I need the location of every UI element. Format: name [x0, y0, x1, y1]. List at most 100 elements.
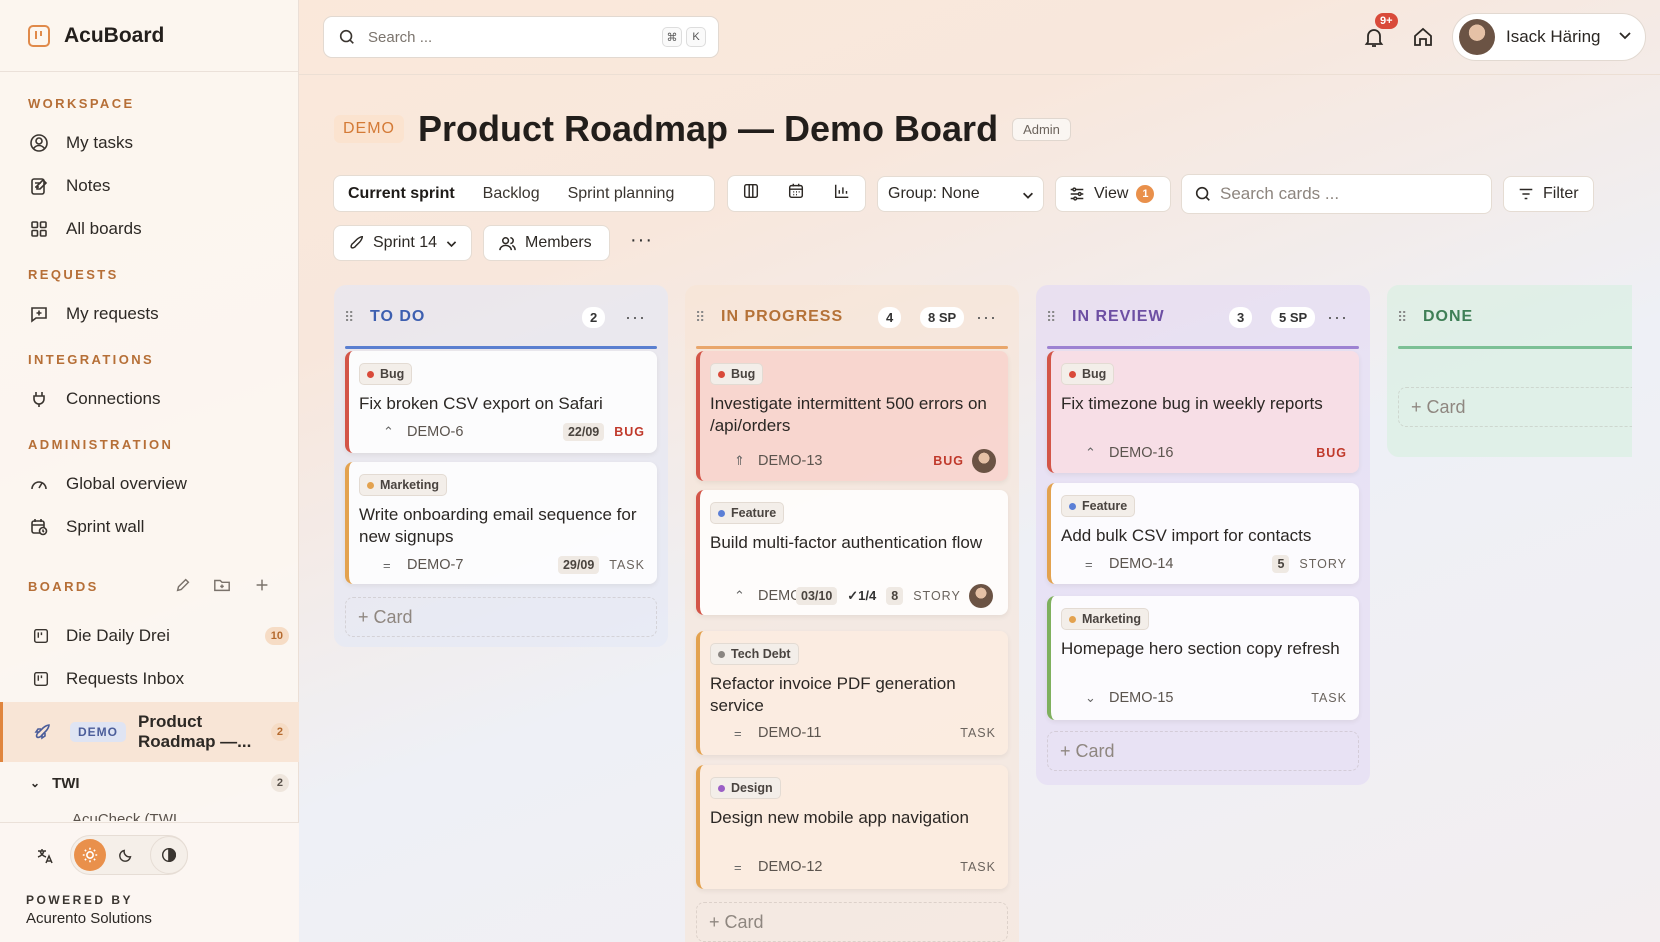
card-demo-13[interactable]: Bug Investigate intermittent 500 errors … [696, 351, 1008, 481]
card-meta: = DEMO-12 TASK [734, 859, 996, 875]
card-demo-14[interactable]: Feature Add bulk CSV import for contacts… [1047, 483, 1359, 584]
card-demo-6[interactable]: Bug Fix broken CSV export on Safari ⌃ DE… [345, 351, 657, 453]
add-card-button[interactable]: + Card [1398, 387, 1632, 427]
board-group-twi[interactable]: ⌄ TWI 2 [0, 772, 299, 794]
nav-global-overview[interactable]: Global overview [28, 473, 187, 495]
card-title: Build multi-factor authentication flow [710, 533, 983, 552]
card-demo-16[interactable]: Bug Fix timezone bug in weekly reports ⌃… [1047, 351, 1359, 473]
due-date: 03/10 [796, 587, 838, 605]
column-title: IN REVIEW [1072, 308, 1165, 325]
card-demo-1[interactable]: Feature Build multi-factor authenticatio… [696, 490, 1008, 615]
board-count: 2 [270, 723, 289, 741]
nav-my-tasks[interactable]: My tasks [28, 132, 133, 154]
search-cards-input[interactable]: Search cards ... [1181, 174, 1492, 214]
global-search[interactable]: Search ... ⌘ K [323, 16, 719, 58]
avatar [1459, 19, 1495, 55]
drag-handle-icon[interactable]: ⠿ [1397, 309, 1411, 326]
drag-handle-icon[interactable]: ⠿ [1046, 309, 1060, 326]
contrast-icon[interactable] [150, 836, 188, 874]
edit-boards-icon[interactable] [174, 576, 192, 599]
column-title: IN PROGRESS [721, 308, 844, 325]
card-title: Fix timezone bug in weekly reports [1061, 394, 1323, 413]
section-boards: BOARDS [28, 579, 99, 594]
brand[interactable]: AcuBoard [0, 0, 298, 72]
board-die-daily-drei[interactable]: Die Daily Drei 10 [0, 622, 299, 650]
tab-current-sprint[interactable]: Current sprint [334, 185, 469, 203]
gauge-icon [28, 473, 50, 495]
column-header: ⠿ TO DO 2 ··· [344, 285, 658, 349]
tab-sprint-planning[interactable]: Sprint planning [554, 185, 689, 203]
board-demo-tag: DEMO [70, 722, 126, 742]
moon-icon[interactable] [110, 839, 142, 871]
members-button[interactable]: Members [483, 225, 610, 261]
nav-my-requests[interactable]: My requests [28, 303, 159, 325]
notification-badge: 9+ [1375, 13, 1398, 29]
card-id: DEMO-15 [1109, 690, 1174, 706]
chevron-down-icon: ⌄ [30, 776, 41, 790]
add-card-button[interactable]: + Card [345, 597, 657, 637]
more-options-icon[interactable]: ··· [630, 229, 653, 252]
card-demo-7[interactable]: Marketing Write onboarding email sequenc… [345, 462, 657, 584]
board-acucheck-twi[interactable]: AcuCheck (TWI... [72, 810, 272, 821]
add-board-icon[interactable] [253, 576, 271, 599]
column-count: 3 [1229, 306, 1253, 328]
card-demo-11[interactable]: Tech Debt Refactor invoice PDF generatio… [696, 631, 1008, 755]
board-icon [32, 670, 50, 688]
calendar-clock-icon [28, 516, 50, 538]
board-title-row: DEMO Product Roadmap — Demo Board Admin [334, 108, 1071, 150]
card-demo-15[interactable]: Marketing Homepage hero section copy ref… [1047, 596, 1359, 720]
sun-icon[interactable] [74, 839, 106, 871]
chart-view-icon[interactable] [833, 182, 851, 205]
group-count: 2 [270, 774, 289, 792]
priority-high-icon: ⌃ [734, 588, 745, 603]
card-label: Marketing [359, 474, 448, 496]
board-product-roadmap-active[interactable]: DEMO Product Roadmap —... 2 [0, 702, 299, 762]
column-in-progress: ⠿ IN PROGRESS 4 8 SP ··· Bug Investigate… [685, 285, 1019, 942]
home-icon[interactable] [1411, 25, 1435, 54]
chevron-down-icon [445, 237, 458, 250]
new-folder-icon[interactable] [213, 576, 231, 599]
nav-notes[interactable]: Notes [28, 175, 110, 197]
column-more-icon[interactable]: ··· [625, 307, 646, 328]
top-bar: Search ... ⌘ K 9+ Isack Häring [299, 0, 1660, 75]
card-meta: = DEMO-14 5 STORY [1085, 555, 1347, 573]
column-more-icon[interactable]: ··· [976, 307, 997, 328]
nav-all-boards[interactable]: All boards [28, 218, 142, 240]
filter-button[interactable]: Filter [1503, 176, 1594, 212]
bell-icon[interactable] [1362, 25, 1386, 54]
user-menu[interactable]: Isack Häring [1452, 13, 1646, 61]
search-icon [338, 28, 356, 46]
column-more-icon[interactable]: ··· [1327, 307, 1348, 328]
users-icon [498, 234, 517, 253]
search-placeholder: Search ... [368, 28, 433, 46]
view-button[interactable]: View 1 [1055, 176, 1171, 212]
drag-handle-icon[interactable]: ⠿ [695, 309, 709, 326]
drag-handle-icon[interactable]: ⠿ [344, 309, 358, 326]
kbd-cmd: ⌘ [662, 27, 682, 47]
column-accent [1398, 346, 1632, 349]
board-requests-inbox[interactable]: Requests Inbox [0, 665, 299, 693]
card-type: TASK [960, 726, 996, 740]
search-icon [1194, 185, 1212, 203]
card-label: Bug [359, 363, 413, 385]
tab-backlog[interactable]: Backlog [469, 185, 554, 203]
story-points: 5 SP [1271, 306, 1316, 328]
calendar-view-icon[interactable] [787, 182, 805, 205]
sprint-select[interactable]: Sprint 14 [333, 225, 472, 261]
columns-view-icon[interactable] [742, 182, 760, 205]
section-requests: REQUESTS [28, 267, 119, 282]
card-title: Refactor invoice PDF generation service [710, 674, 956, 715]
card-title: Write onboarding email sequence for new … [359, 505, 637, 546]
view-count-badge: 1 [1136, 185, 1155, 203]
nav-sprint-wall[interactable]: Sprint wall [28, 516, 144, 538]
plug-icon [28, 388, 50, 410]
group-select[interactable]: Group: None [877, 176, 1044, 212]
add-card-button[interactable]: + Card [1047, 731, 1359, 771]
card-demo-12[interactable]: Design Design new mobile app navigation … [696, 765, 1008, 889]
add-card-button[interactable]: + Card [696, 902, 1008, 942]
section-administration: ADMINISTRATION [28, 437, 174, 452]
card-id: DEMO-16 [1109, 445, 1174, 461]
language-icon[interactable] [30, 841, 60, 871]
nav-connections[interactable]: Connections [28, 388, 161, 410]
card-meta: ⇑ DEMO-13 BUG [734, 449, 996, 473]
